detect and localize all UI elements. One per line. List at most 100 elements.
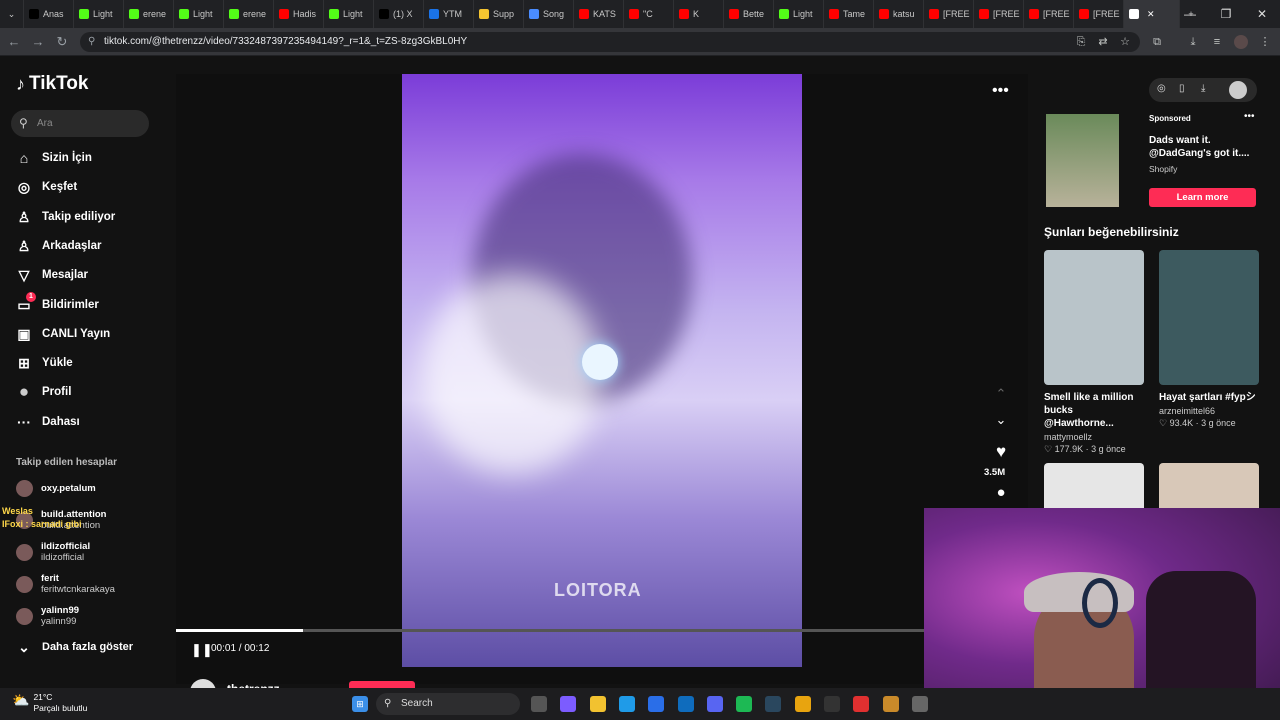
weather-widget[interactable]: ⛅ 21°C Parçalı bulutlu	[12, 692, 87, 714]
followed-account[interactable]: yalinn99 yalinn99	[16, 603, 79, 629]
video-author[interactable]: mattymoellz	[1044, 432, 1144, 442]
browser-tab[interactable]: Light	[774, 0, 824, 28]
sidebar-item[interactable]: ▣ CANLI Yayın	[16, 324, 110, 344]
browser-tab[interactable]: YTM	[424, 0, 474, 28]
media-icon[interactable]: ≡	[1210, 35, 1224, 49]
ad-more-icon[interactable]: •••	[1244, 111, 1255, 122]
browser-tab[interactable]: [FREE	[974, 0, 1024, 28]
browser-tab[interactable]: erene	[124, 0, 174, 28]
download-icon[interactable]: ⤓	[1186, 35, 1200, 49]
extensions-icon[interactable]: ⧉	[1150, 35, 1164, 49]
video-title[interactable]: Hayat şartları #fypシ	[1159, 391, 1259, 404]
video-title[interactable]: Smell like a million bucks @Hawthorne...	[1044, 391, 1144, 430]
ad-title[interactable]: Dads want it. @DadGang's got it....	[1149, 134, 1261, 160]
media-player-icon[interactable]	[911, 696, 928, 712]
sidebar-item[interactable]: ● Profil	[16, 382, 72, 402]
sidebar-item[interactable]: ▭ 1 Bildirimler	[16, 291, 99, 315]
browser-tab[interactable]: Tame	[824, 0, 874, 28]
taskbar-search[interactable]: ⚲ Search	[376, 693, 520, 715]
mobile-icon[interactable]: ▯	[1179, 83, 1185, 94]
sidebar-item[interactable]: ♙ Arkadaşlar	[16, 236, 102, 256]
followed-account[interactable]: ferit feritwtcnkarakaya	[16, 571, 115, 597]
reload-icon[interactable]: ↻	[54, 34, 70, 50]
pause-icon[interactable]: ❚❚	[191, 642, 213, 658]
maximize-button[interactable]: ❐	[1208, 0, 1244, 28]
browser-tab[interactable]: Light	[174, 0, 224, 28]
stream-chat-overlay: Weslas IFoxi : sarnadi gibi	[2, 505, 82, 531]
minimize-button[interactable]: —	[1172, 0, 1208, 28]
browser-tab[interactable]: Light	[74, 0, 124, 28]
chrome-icon[interactable]	[794, 696, 811, 712]
browser-tab[interactable]: Supp	[474, 0, 524, 28]
browser-tab[interactable]: "C	[624, 0, 674, 28]
copilot-icon[interactable]	[560, 696, 577, 712]
sidebar-item[interactable]: ⌂ Sizin İçin	[16, 148, 92, 168]
more-options-icon[interactable]: •••	[992, 82, 1009, 100]
video-author[interactable]: arzneimittel66	[1159, 406, 1259, 416]
forward-icon[interactable]: →	[30, 34, 46, 50]
previous-video-icon[interactable]: ⌃	[992, 386, 1010, 402]
learn-more-button[interactable]: Learn more	[1149, 188, 1256, 207]
video-frame[interactable]: LOITORA	[402, 74, 802, 667]
task-view-icon[interactable]	[531, 696, 547, 712]
discord-icon[interactable]	[706, 696, 723, 712]
sidebar-item[interactable]: ⊞ Yükle	[16, 353, 73, 373]
video-thumbnail[interactable]	[1044, 250, 1144, 385]
user-avatar[interactable]	[1229, 81, 1247, 99]
browser-tab[interactable]: Bette	[724, 0, 774, 28]
browser-tab[interactable]: Song	[524, 0, 574, 28]
coin-icon[interactable]: ◎	[1157, 83, 1166, 94]
browser-tab[interactable]: KATS	[574, 0, 624, 28]
browser-tab[interactable]: Anas	[24, 0, 74, 28]
show-more-button[interactable]: ⌄ Daha fazla göster	[16, 637, 133, 657]
browser-menu-icon[interactable]: ⋮	[1258, 35, 1272, 49]
install-icon[interactable]: ⎘	[1074, 35, 1088, 49]
video-thumbnail[interactable]	[1159, 250, 1259, 385]
app-icon[interactable]	[882, 696, 899, 712]
progress-bar[interactable]	[176, 629, 924, 632]
search-input[interactable]: ⚲ Ara	[11, 110, 149, 137]
close-window-button[interactable]: ✕	[1244, 0, 1280, 28]
video-player[interactable]: LOITORA ••• ⌃ ⌄ ♥ 3.5M ● ❚❚ 00:01 / 00:1…	[176, 74, 1028, 705]
sidebar-item[interactable]: ▽ Mesajlar	[16, 265, 88, 285]
close-tab-icon[interactable]: ✕	[1147, 9, 1155, 20]
tab-list-button[interactable]: ⌄	[0, 0, 24, 28]
file-explorer-icon[interactable]	[589, 696, 606, 712]
browser-tab[interactable]: [FREE	[1074, 0, 1124, 28]
translate-icon[interactable]: ⇄	[1096, 35, 1110, 49]
sidebar-item[interactable]: ··· Dahası	[16, 412, 80, 432]
next-video-icon[interactable]: ⌄	[992, 412, 1010, 428]
start-windows-icon[interactable]: ⊞	[352, 696, 368, 712]
browser-tab[interactable]: Light	[324, 0, 374, 28]
sidebar-item[interactable]: ♙ Takip ediliyor	[16, 207, 116, 227]
browser-tab[interactable]: katsu	[874, 0, 924, 28]
steam-icon[interactable]	[765, 696, 782, 712]
sidebar-item[interactable]: ◎ Keşfet	[16, 177, 77, 197]
url-input[interactable]: ⚲ tiktok.com/@thetrenzz/video/7332487397…	[80, 32, 1140, 52]
download-app-icon[interactable]: ⤓	[1201, 83, 1205, 94]
store-icon[interactable]	[648, 696, 665, 712]
comment-icon[interactable]: ●	[992, 484, 1010, 501]
followed-account[interactable]: ildizofficial ildizofficial	[16, 539, 90, 565]
recommended-video[interactable]: Hayat şartları #fypシ arzneimittel66 ♡ 93.4…	[1159, 250, 1259, 429]
browser-tab[interactable]: (1) X	[374, 0, 424, 28]
spotify-icon[interactable]	[736, 696, 753, 712]
tiktok-logo[interactable]: ♪ TikTok	[16, 73, 88, 95]
bookmark-star-icon[interactable]: ☆	[1118, 35, 1132, 49]
outlook-icon[interactable]	[677, 696, 694, 712]
site-info-icon[interactable]: ⚲	[88, 32, 95, 52]
obs-icon[interactable]	[824, 696, 840, 712]
like-heart-icon[interactable]: ♥	[992, 442, 1010, 462]
recommended-video[interactable]: Smell like a million bucks @Hawthorne...…	[1044, 250, 1144, 455]
browser-tab[interactable]: [FREE	[924, 0, 974, 28]
followed-account[interactable]: oxy.petalum	[16, 475, 96, 501]
browser-tab[interactable]: [FREE	[1024, 0, 1074, 28]
profile-avatar-icon[interactable]	[1234, 35, 1248, 49]
browser-tab[interactable]: erene	[224, 0, 274, 28]
browser-tab[interactable]: Hadis	[274, 0, 324, 28]
back-icon[interactable]: ←	[6, 34, 22, 50]
ad-thumbnail[interactable]	[1046, 114, 1119, 207]
streamlabs-icon[interactable]	[853, 696, 870, 712]
browser-tab[interactable]: K	[674, 0, 724, 28]
edge-icon[interactable]	[618, 696, 635, 712]
